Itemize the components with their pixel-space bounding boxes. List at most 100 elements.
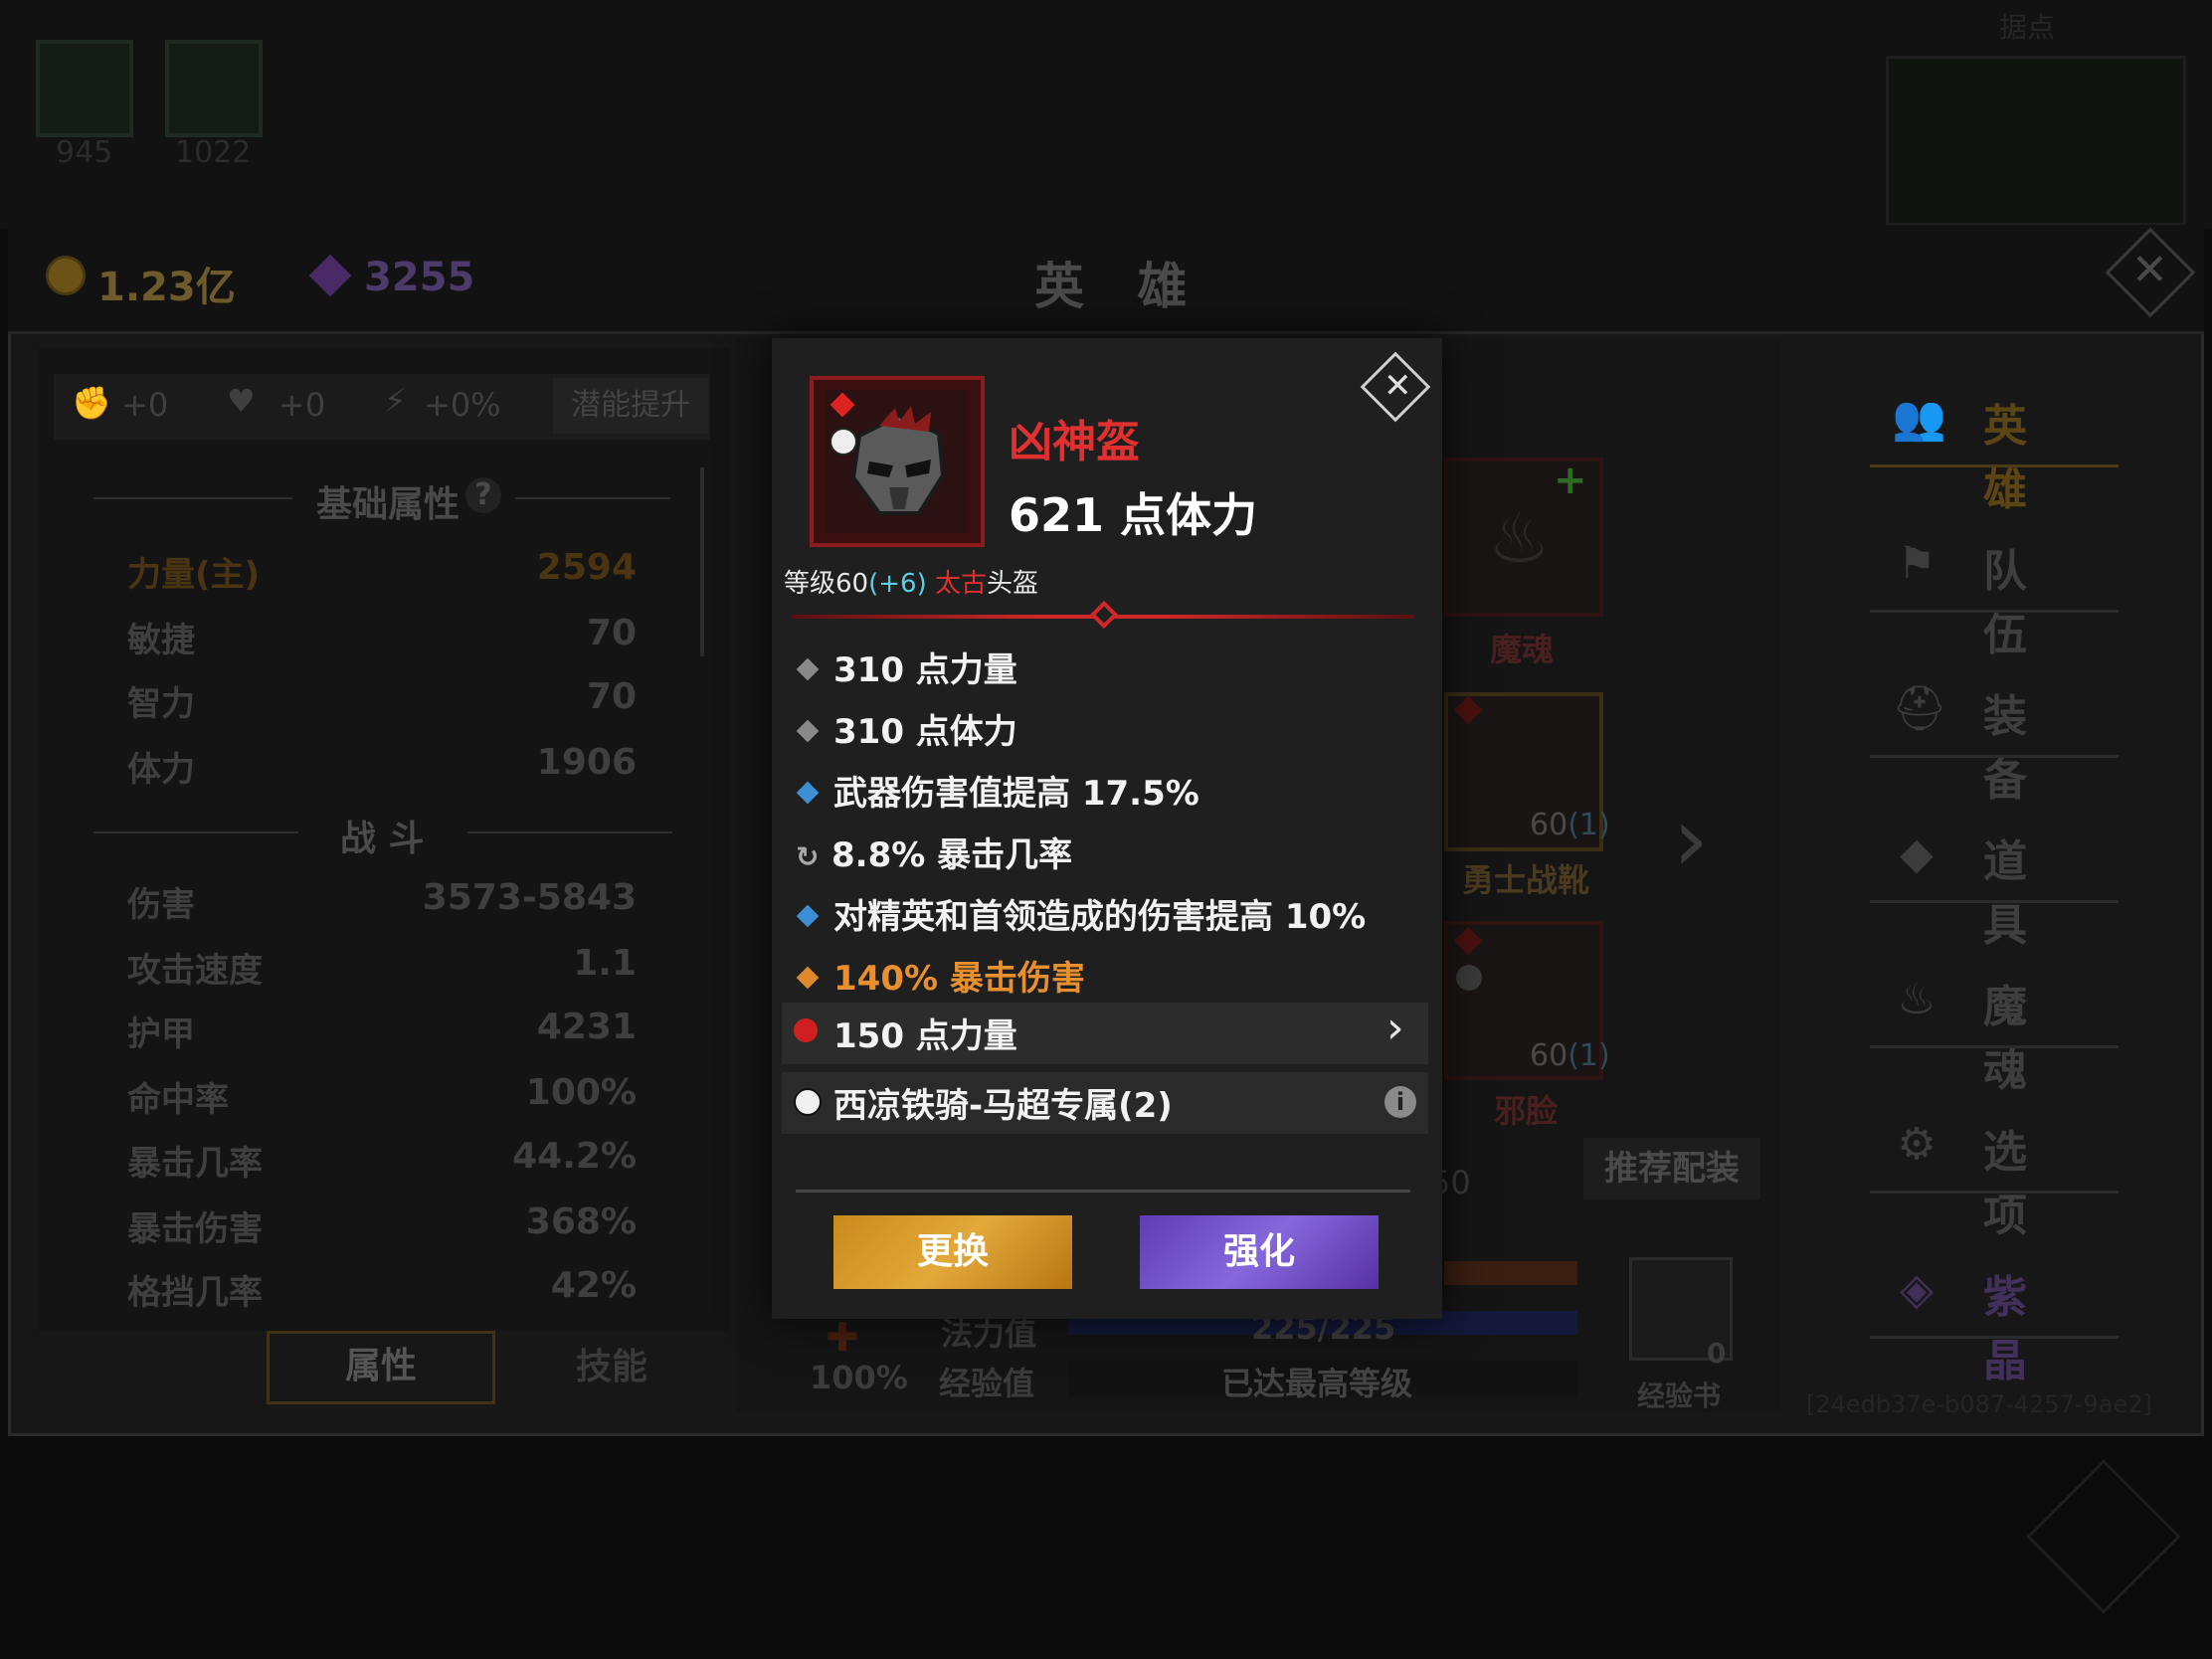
diamond-icon [796,657,820,680]
diamond-icon [796,904,820,927]
users-icon: 👥 [1892,393,1946,444]
replace-button[interactable]: 更换 [833,1215,1072,1289]
divider [93,831,298,833]
chevron-right-icon[interactable]: › [1673,788,1709,892]
stat-value: 3573-5843 [422,877,637,918]
stat-name: 力量(主) [127,555,261,595]
stat-name: 格挡几率 [127,1273,263,1313]
divider [1870,610,2119,613]
menu-label: 英 雄 [1983,401,2039,515]
evil-face-level: 60(1) [1530,1038,1610,1073]
stat-value: 70 [586,676,637,717]
divider [1870,1045,2119,1048]
skill-slot-1[interactable] [36,40,133,137]
stat-name: 体力 [127,750,195,790]
menu-hero[interactable]: 👥 英 雄 [1870,378,2119,515]
tab-skills[interactable]: 技能 [557,1331,666,1404]
divider [1870,900,2119,903]
item-level-line: 等级60(+6) 太古头盔 [784,569,1039,599]
menu-label: 选 项 [1983,1127,2039,1241]
divider [1870,1191,2119,1194]
divider [467,831,672,833]
menu-soul[interactable]: ♨ 魔 魂 [1870,959,2119,1096]
strength-bonus: +0 [121,386,169,424]
divider [796,1190,1410,1193]
helmet-icon [850,406,946,515]
chevron-right-icon[interactable]: › [1386,1003,1404,1053]
exp-book-label: 经验书 [1637,1380,1722,1412]
menu-label: 紫 晶 [1983,1272,2039,1386]
health-bar [1444,1261,1577,1285]
stat-name: 暴击伤害 [127,1209,263,1249]
stat-name: 暴击几率 [127,1144,263,1184]
menu-equipment[interactable]: ⛑ 装 备 [1870,668,2119,806]
skill-slot-2[interactable] [165,40,263,137]
lightning-icon: ⚡ [384,382,407,420]
basic-attributes-title: 基础属性 [316,484,461,525]
stat-name: 伤害 [127,885,195,925]
speed-bonus: +0% [424,386,501,424]
divider [93,497,292,499]
tab-attributes[interactable]: 属性 [267,1331,495,1404]
divider [1870,1336,2119,1339]
menu-label: 队 伍 [1983,546,2039,660]
menu-label: 道 具 [1983,836,2039,951]
gold-coin-icon [46,256,86,295]
menu-label: 装 备 [1983,691,2039,806]
gold-amount: 1.23亿 [97,265,236,310]
close-icon: ✕ [2131,245,2168,295]
item-attribute: ↻ 8.8% 暴击几率 [796,835,1073,875]
evil-face-label: 邪脸 [1494,1092,1559,1130]
help-icon[interactable]: ? [465,477,501,513]
flame-icon: ♨ [1897,974,1936,1024]
yin-yang-icon [1456,965,1482,991]
session-id: [24edb37e-b087-4257-9ae2] [1806,1390,2152,1418]
minimap[interactable] [1886,56,2186,226]
menu-team[interactable]: ⚑ 队 伍 [1870,523,2119,660]
potential-upgrade-button[interactable]: 潜能提升 [553,378,708,434]
divider [515,497,670,499]
boots-label: 勇士战靴 [1462,861,1590,899]
info-icon[interactable]: i [1384,1086,1416,1118]
item-attribute: 310 点力量 [796,643,1017,691]
red-gem-icon [794,1018,818,1042]
recommend-gear-button[interactable]: 推荐配装 [1583,1138,1760,1199]
menu-label: 魔 魂 [1983,982,2039,1096]
stat-value: 2594 [536,547,637,588]
combat-title: 战 斗 [340,819,425,859]
panel-title: 英 雄 [1034,258,1205,315]
stat-value: 42% [550,1265,637,1306]
exp-book-count: 0 [1707,1337,1727,1370]
yin-yang-icon [830,428,857,456]
strength-icon: ✊ [72,384,111,422]
exp-label: 经验值 [939,1365,1035,1402]
stat-value: 100% [525,1072,637,1113]
gem-socket-text: 150 点力量 [833,1016,1017,1056]
set-bonus-text: 西凉铁骑-马超专属(2) [833,1086,1173,1126]
stat-name: 护甲 [127,1014,195,1054]
crystal-icon: ◈ [1900,1264,1934,1315]
helmet-icon: ⛑ [1892,683,1947,734]
menu-crystal[interactable]: ◈ 紫 晶 [1870,1249,2119,1386]
heart-icon: ♥ [227,382,256,420]
diamond-icon [796,966,820,989]
item-attribute: 310 点体力 [796,704,1017,753]
divider [1870,755,2119,758]
stat-value: 4231 [536,1007,637,1047]
menu-items[interactable]: ◆ 道 具 [1870,814,2119,951]
close-icon: ✕ [1383,366,1412,406]
menu-options[interactable]: ⚙ 选 项 [1870,1104,2119,1241]
yin-yang-icon [794,1088,822,1116]
gear-icon: ⚙ [1897,1119,1936,1170]
enhance-button[interactable]: 强化 [1140,1215,1379,1289]
cross-icon: ✚ [826,1315,859,1361]
item-attribute-legendary: 140% 暴击伤害 [796,951,1085,1000]
diamond-icon [796,781,820,804]
stats-scrollbar[interactable] [700,467,704,656]
list-menu-button[interactable] [2026,1459,2181,1614]
stat-name: 攻击速度 [127,951,263,991]
minimap-title: 据点 [1999,11,2056,44]
stat-value: 1.1 [573,943,637,984]
skill-slot-2-count: 1022 [175,135,252,170]
diamond-icon [796,719,820,742]
